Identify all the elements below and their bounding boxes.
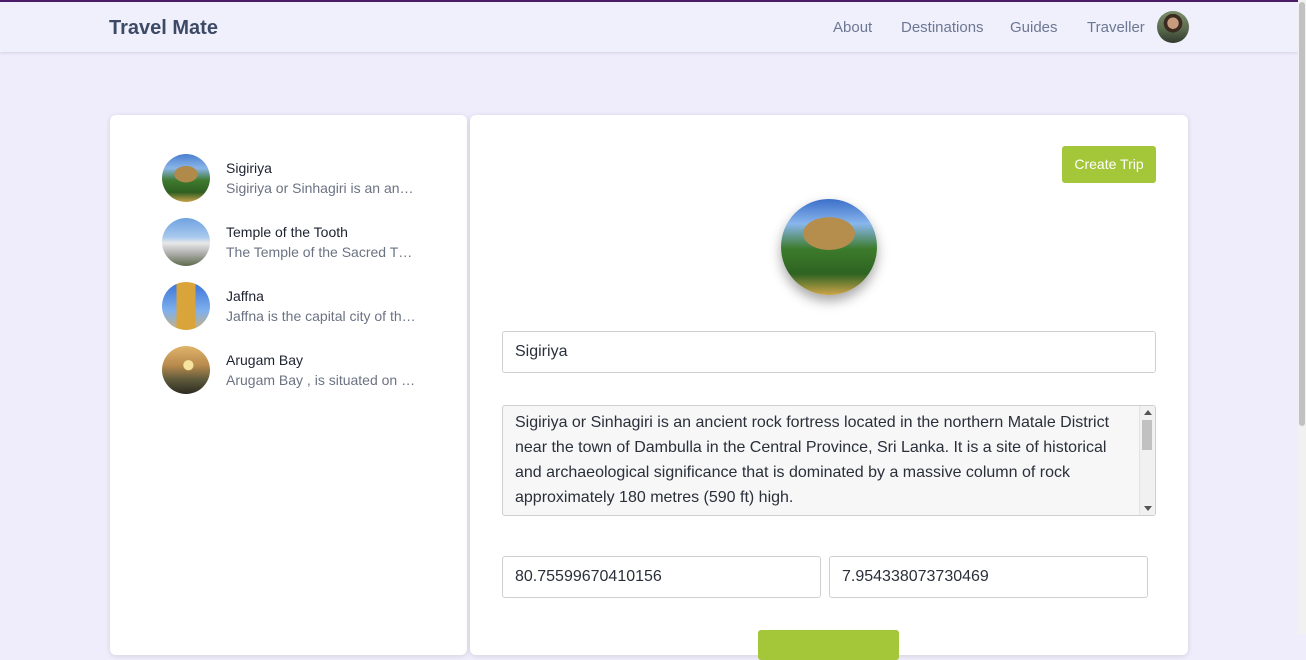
submit-button[interactable] [758,630,899,660]
textarea-scrollbar-thumb[interactable] [1142,420,1152,450]
destination-item-sigiriya[interactable]: Sigiriya Sigiriya or Sinhagiri is an an… [162,154,462,204]
nav-guides-link[interactable]: Guides [1010,19,1058,36]
destination-item-jaffna[interactable]: Jaffna Jaffna is the capital city of th… [162,282,462,332]
destination-name: Arugam Bay [226,352,304,368]
destination-item-arugam-bay[interactable]: Arugam Bay Arugam Bay , is situated on … [162,346,462,396]
destination-description: Arugam Bay , is situated on … [226,372,416,388]
destination-thumbnail [162,154,210,202]
destination-name: Jaffna [226,288,264,304]
nav-destinations-link[interactable]: Destinations [901,19,984,36]
destination-thumbnail [162,282,210,330]
navbar: Travel Mate About Destinations Guides Tr… [0,2,1298,52]
destination-name-input[interactable]: Sigiriya [502,331,1156,373]
longitude-input[interactable]: 80.75599670410156 [502,556,821,598]
destination-item-temple-of-the-tooth[interactable]: Temple of the Tooth The Temple of the Sa… [162,218,462,268]
destination-detail-card: Create Trip Sigiriya Sigiriya or Sinhagi… [470,115,1188,660]
destination-name: Sigiriya [226,160,272,176]
create-trip-button[interactable]: Create Trip [1062,146,1156,183]
brand-logo[interactable]: Travel Mate [109,17,218,40]
destination-thumbnail [162,346,210,394]
nav-about-link[interactable]: About [833,19,872,36]
destination-thumbnail [162,218,210,266]
scroll-down-arrow-icon[interactable] [1144,506,1152,511]
latitude-input[interactable]: 7.954338073730469 [829,556,1148,598]
destination-hero-image [781,199,877,295]
user-avatar[interactable] [1157,11,1189,43]
nav-traveller-link[interactable]: Traveller [1087,19,1145,36]
destination-description: The Temple of the Sacred T… [226,244,413,260]
textarea-scrollbar[interactable] [1139,406,1155,515]
destination-description: Sigiriya or Sinhagiri is an an… [226,180,414,196]
description-text: Sigiriya or Sinhagiri is an ancient rock… [515,414,1110,506]
destination-description: Jaffna is the capital city of th… [226,308,416,324]
scroll-up-arrow-icon[interactable] [1144,410,1152,415]
destination-description-textarea[interactable]: Sigiriya or Sinhagiri is an ancient rock… [502,405,1156,516]
page-scrollbar-thumb[interactable] [1299,2,1305,426]
destination-name: Temple of the Tooth [226,224,348,240]
destinations-list-card: Sigiriya Sigiriya or Sinhagiri is an an…… [110,115,467,655]
